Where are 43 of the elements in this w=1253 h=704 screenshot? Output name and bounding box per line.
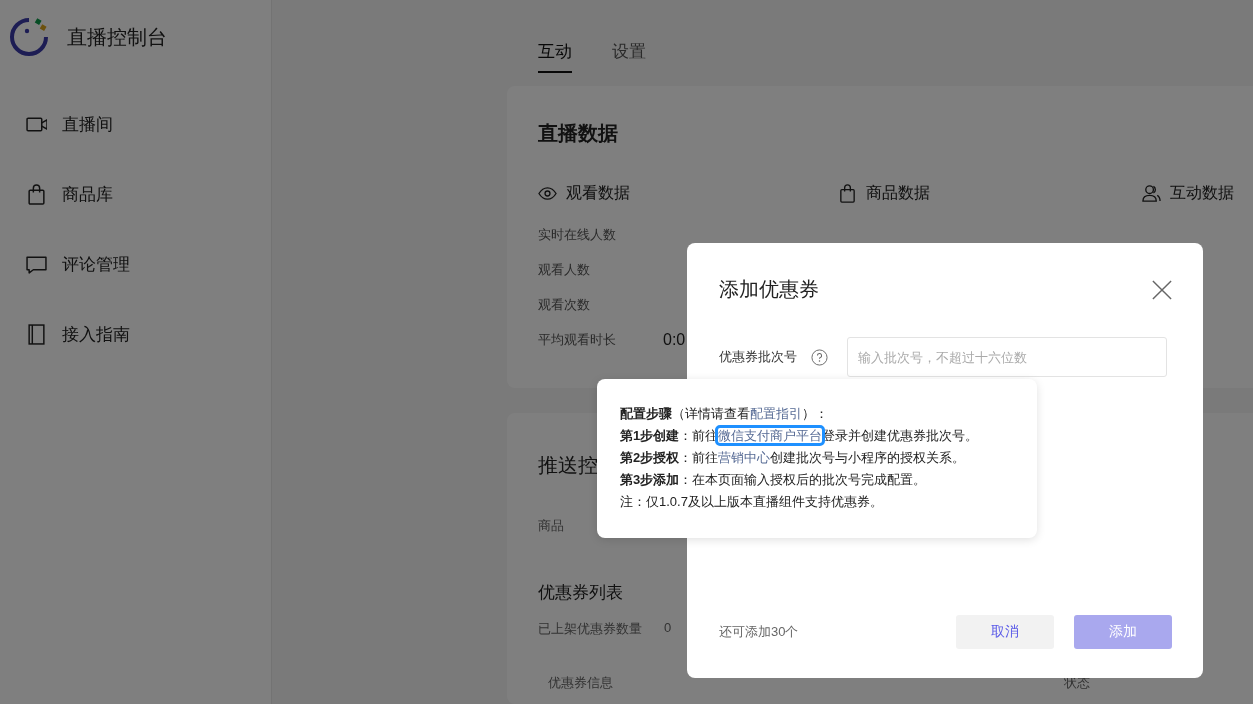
column-heading: 互动数据 bbox=[1170, 183, 1234, 203]
stat-label: 平均观看时长 bbox=[538, 331, 617, 349]
logo-icon bbox=[9, 17, 49, 57]
book-icon bbox=[26, 323, 47, 345]
remaining-count: 还可添加30个 bbox=[719, 623, 799, 641]
eye-icon bbox=[538, 184, 557, 203]
tooltip-text: 第2步授权：前往营销中心创建批次号与小程序的授权关系。 bbox=[620, 449, 966, 467]
cancel-button[interactable]: 取消 bbox=[956, 615, 1054, 649]
app-title: 直播控制台 bbox=[67, 24, 167, 50]
link[interactable]: 营销中心 bbox=[718, 450, 771, 465]
stat-label: 实时在线人数 bbox=[538, 226, 617, 244]
column-header: 优惠券信息 bbox=[548, 674, 613, 692]
shopping-bag-icon bbox=[838, 184, 857, 203]
nav-item[interactable]: 接入指南 bbox=[26, 321, 130, 347]
nav-item[interactable]: 直播间 bbox=[26, 111, 113, 137]
speech-bubble-icon bbox=[26, 253, 47, 275]
stat-label: 观看人数 bbox=[538, 261, 591, 279]
help-icon[interactable] bbox=[811, 348, 828, 366]
batch-number-field[interactable]: 输入批次号，不超过十六位数 bbox=[847, 337, 1167, 377]
list-title: 优惠券列表 bbox=[538, 582, 623, 604]
close-icon[interactable] bbox=[1152, 279, 1172, 300]
stat-label: 观看次数 bbox=[538, 296, 591, 314]
link[interactable]: 配置指引 bbox=[750, 406, 802, 421]
link[interactable]: 微信支付商户平台 bbox=[718, 428, 823, 443]
dialog-title: 添加优惠券 bbox=[719, 277, 819, 302]
shopping-bag-icon bbox=[26, 183, 47, 205]
stat-value: 0:0 bbox=[663, 331, 686, 349]
nav-item[interactable]: 商品库 bbox=[26, 181, 113, 207]
tooltip-text: 配置步骤（详情请查看配置指引）： bbox=[620, 405, 828, 423]
nav-item[interactable]: 评论管理 bbox=[26, 251, 130, 277]
tab[interactable]: 商品 bbox=[538, 517, 564, 535]
column-heading: 商品数据 bbox=[866, 183, 930, 203]
tab[interactable]: 互动 bbox=[538, 40, 572, 73]
tooltip-text: 注：仅1.0.7及以上版本直播组件支持优惠券。 bbox=[620, 493, 883, 511]
section-title: 推送控 bbox=[538, 453, 598, 478]
tab[interactable]: 设置 bbox=[612, 40, 646, 73]
column-heading: 观看数据 bbox=[566, 183, 630, 203]
tooltip-text: 第3步添加：在本页面输入授权后的批次号完成配置。 bbox=[620, 471, 927, 489]
section-title: 直播数据 bbox=[538, 121, 618, 146]
count-value: 0 bbox=[664, 620, 672, 637]
field-label: 优惠券批次号 bbox=[719, 348, 798, 366]
count-label: 已上架优惠券数量 bbox=[538, 620, 642, 638]
users-icon bbox=[1142, 184, 1161, 203]
